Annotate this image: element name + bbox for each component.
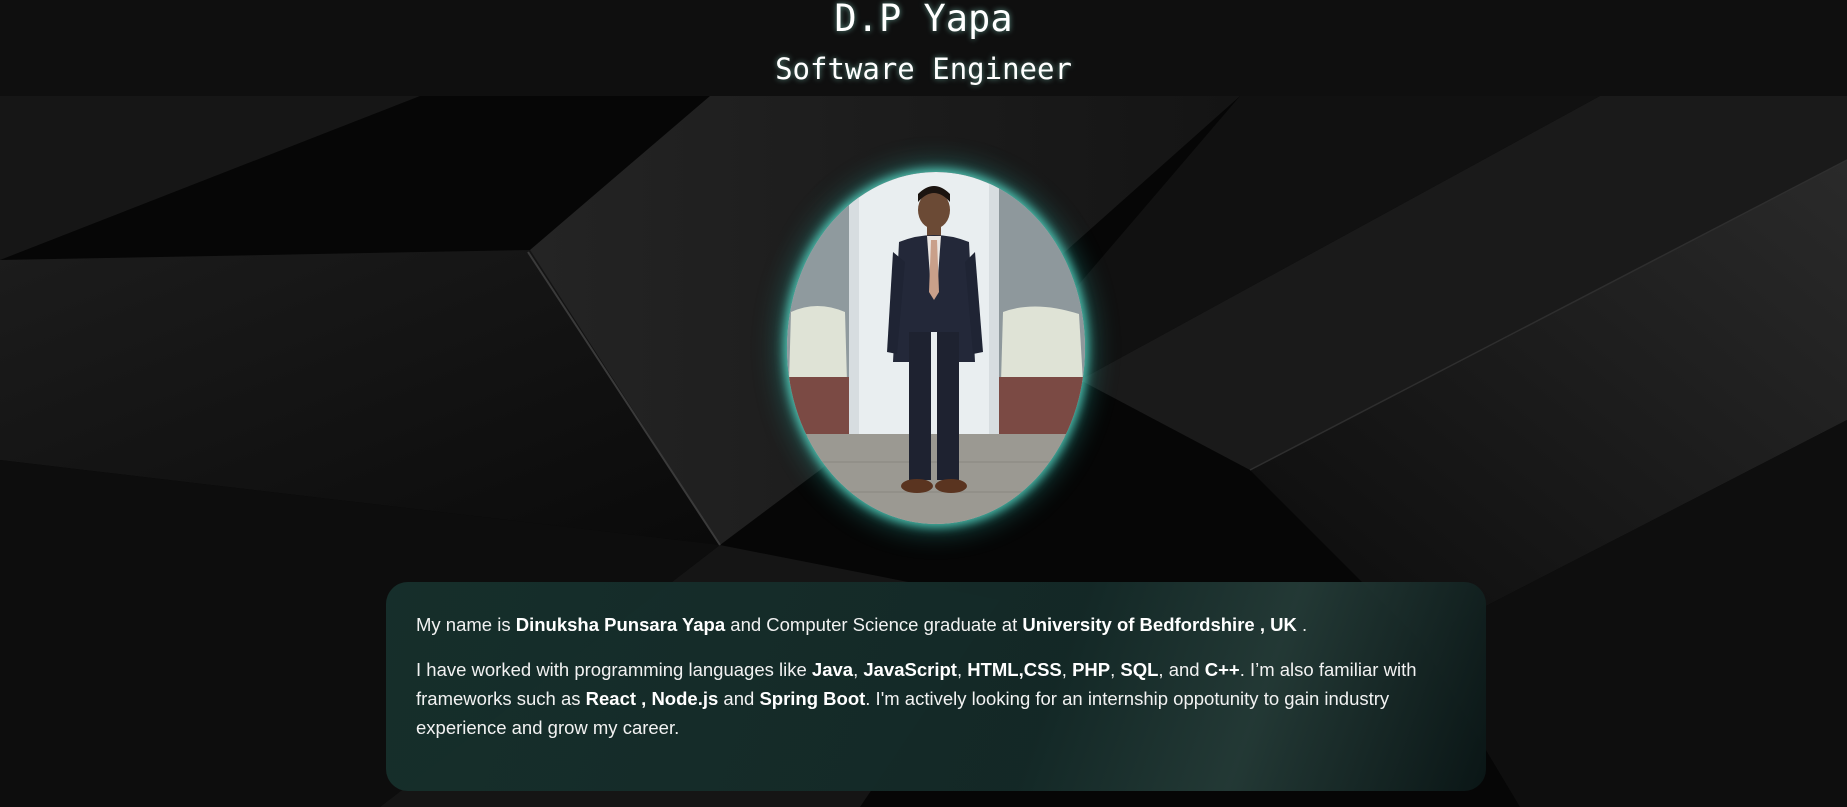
skill-sql: SQL <box>1120 659 1159 680</box>
skill-html-css: HTML,CSS <box>967 659 1062 680</box>
portfolio-page: D.P Yapa Software Engineer My name is Di… <box>0 0 1847 807</box>
profile-photo <box>787 172 1085 524</box>
about-text: . <box>1296 614 1308 635</box>
about-text: and <box>718 688 760 709</box>
about-text: My name is <box>416 614 516 635</box>
profile-photo-illustration <box>787 172 1085 524</box>
separator: , <box>956 659 968 680</box>
site-subtitle-role: Software Engineer <box>775 52 1072 86</box>
framework-spring-boot: Spring Boot <box>759 688 866 709</box>
skill-java: Java <box>811 659 854 680</box>
skill-php: PHP <box>1072 659 1111 680</box>
skill-javascript: JavaScript <box>863 659 957 680</box>
separator: , <box>1061 659 1073 680</box>
university-name: University of Bedfordshire , UK <box>1022 614 1297 635</box>
skill-cpp: C++ <box>1204 659 1240 680</box>
separator: , and <box>1158 659 1205 680</box>
separator: , <box>853 659 864 680</box>
about-intro-paragraph: My name is Dinuksha Punsara Yapa and Com… <box>416 610 1456 639</box>
about-card: My name is Dinuksha Punsara Yapa and Com… <box>386 582 1486 791</box>
about-skills-paragraph: I have worked with programming languages… <box>416 655 1456 742</box>
separator: , <box>1110 659 1121 680</box>
site-title-name: D.P Yapa <box>834 0 1013 40</box>
framework-react-node: React , Node.js <box>585 688 719 709</box>
about-text: I have worked with programming languages… <box>416 659 812 680</box>
full-name: Dinuksha Punsara Yapa <box>515 614 726 635</box>
site-header: D.P Yapa Software Engineer <box>0 0 1847 96</box>
about-text: and Computer Science graduate at <box>725 614 1023 635</box>
